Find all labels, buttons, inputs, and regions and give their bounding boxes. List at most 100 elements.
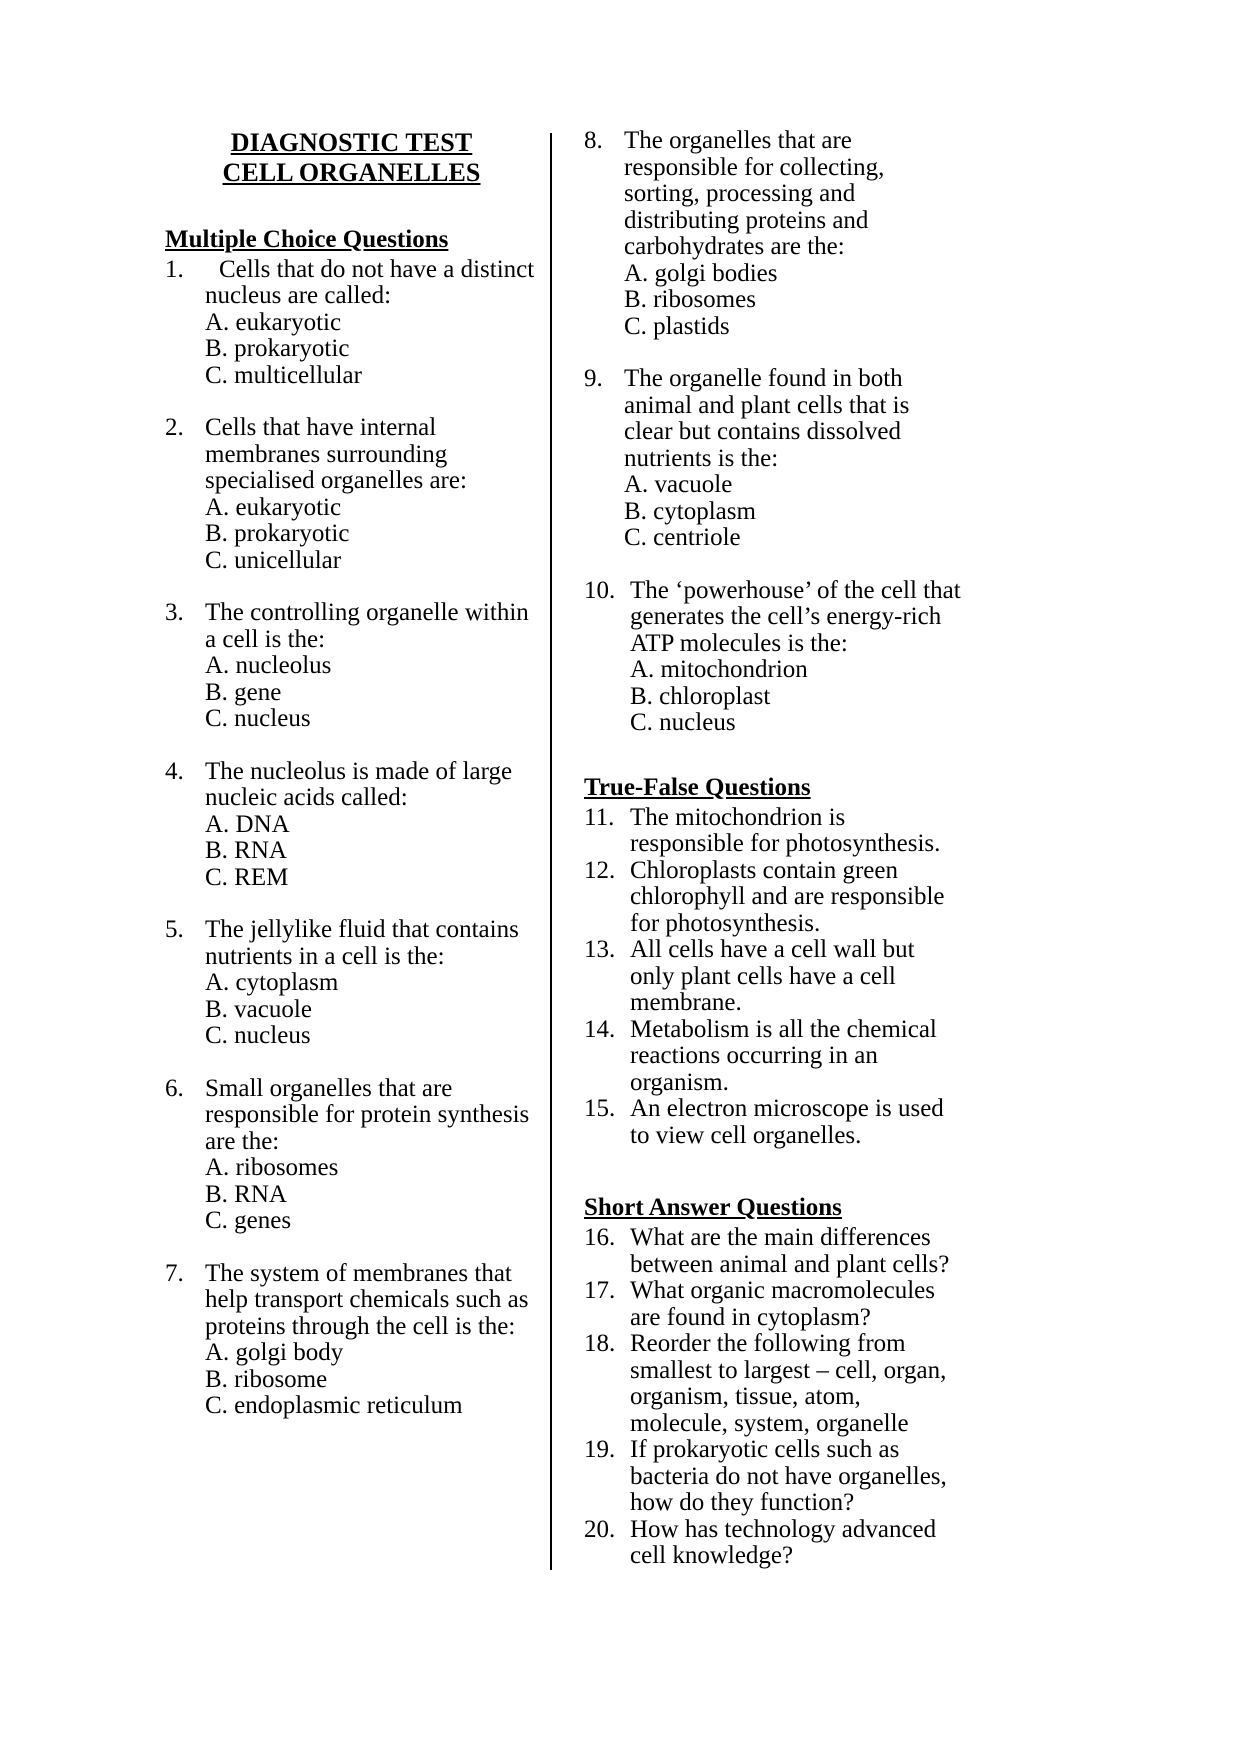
- question-spacer: [165, 389, 538, 415]
- option-c[interactable]: C. nucleus: [205, 1023, 538, 1050]
- option-b[interactable]: B. ribosome: [205, 1366, 538, 1394]
- document-title-line-1: DIAGNOSTIC TEST: [230, 128, 473, 157]
- question-spacer: [165, 1050, 538, 1076]
- question-body: The controlling organelle within a cell …: [205, 600, 538, 733]
- question-item: 8. The organelles that are responsible f…: [584, 127, 962, 341]
- question-text: All cells have a cell wall but only plan…: [630, 936, 915, 1016]
- question-options: A. eukaryotic B. prokaryotic C. multicel…: [205, 309, 538, 390]
- option-c[interactable]: C. multicellular: [205, 362, 538, 390]
- option-a[interactable]: A. nucleolus: [205, 653, 538, 680]
- question-text: Metabolism is all the chemical reactions…: [630, 1015, 937, 1096]
- right-column: 8. The organelles that are responsible f…: [552, 127, 962, 1570]
- question-item: 5. The jellylike fluid that contains nut…: [165, 917, 538, 1050]
- option-c[interactable]: C. nucleus: [630, 709, 962, 737]
- option-a[interactable]: A. ribosomes: [205, 1155, 538, 1182]
- two-column-layout: DIAGNOSTIC TEST CELL ORGANELLES Multiple…: [165, 127, 975, 1570]
- question-text: Chloroplasts contain green chlorophyll a…: [630, 856, 945, 937]
- question-number: 20.: [584, 1515, 616, 1543]
- short-answer-heading: Short Answer Questions: [584, 1193, 962, 1223]
- short-answer-item: 16. What are the main differences betwee…: [584, 1224, 962, 1278]
- multiple-choice-heading: Multiple Choice Questions: [165, 225, 538, 255]
- short-answer-item: 17. What organic macromolecules are foun…: [584, 1277, 962, 1331]
- question-stem: The system of membranes that help transp…: [205, 1259, 529, 1340]
- question-item: 9. The organelle found in both animal an…: [584, 365, 962, 552]
- question-number: 2.: [165, 414, 184, 442]
- question-number: 17.: [584, 1277, 616, 1304]
- document-title-line-2: CELL ORGANELLES: [222, 158, 481, 188]
- question-stem: The organelles that are responsible for …: [624, 127, 885, 260]
- true-false-item: 11. The mitochondrion is responsible for…: [584, 803, 962, 858]
- question-number: 14.: [584, 1015, 616, 1043]
- question-body: The nucleolus is made of large nucleic a…: [205, 757, 538, 892]
- true-false-item: 15. An electron microscope is used to vi…: [584, 1095, 962, 1149]
- question-options: A. cytoplasm B. vacuole C. nucleus: [205, 970, 538, 1050]
- question-number: 8.: [584, 127, 603, 154]
- short-answer-list: 16. What are the main differences betwee…: [584, 1224, 962, 1570]
- question-stem: The ‘powerhouse’ of the cell that genera…: [630, 576, 961, 657]
- option-b[interactable]: B. vacuole: [205, 996, 538, 1024]
- question-number: 3.: [165, 599, 184, 627]
- document-page: DIAGNOSTIC TEST CELL ORGANELLES Multiple…: [0, 0, 1240, 1754]
- question-text: How has technology advanced cell knowled…: [630, 1515, 937, 1569]
- question-body: The ‘powerhouse’ of the cell that genera…: [630, 576, 962, 737]
- option-b[interactable]: B. cytoplasm: [624, 498, 962, 526]
- true-false-heading: True-False Questions: [584, 773, 962, 803]
- question-item: 2. Cells that have internal membranes su…: [165, 415, 538, 574]
- option-c[interactable]: C. nucleus: [205, 706, 538, 733]
- option-a[interactable]: A. eukaryotic: [205, 494, 538, 522]
- question-spacer: [584, 340, 962, 366]
- option-c[interactable]: C. REM: [205, 864, 538, 892]
- option-c[interactable]: C. endoplasmic reticulum: [205, 1393, 538, 1420]
- question-stem: The nucleolus is made of large nucleic a…: [205, 757, 513, 812]
- true-false-heading-text: True-False Questions: [584, 773, 811, 801]
- question-number: 15.: [584, 1095, 616, 1122]
- question-stem: Cells that do not have a distinct nucleu…: [205, 255, 535, 310]
- option-b[interactable]: B. prokaryotic: [205, 336, 538, 363]
- question-body: The organelle found in both animal and p…: [624, 365, 962, 552]
- question-number: 5.: [165, 916, 184, 944]
- short-answer-item: 19. If prokaryotic cells such as bacteri…: [584, 1436, 962, 1517]
- option-a[interactable]: A. eukaryotic: [205, 309, 538, 337]
- question-number: 12.: [584, 856, 616, 884]
- short-answer-item: 18. Reorder the following from smallest …: [584, 1330, 962, 1437]
- option-a[interactable]: A. DNA: [205, 811, 538, 839]
- question-text: What are the main differences between an…: [630, 1224, 950, 1278]
- option-c[interactable]: C. centriole: [624, 524, 962, 552]
- question-options: A. nucleolus B. gene C. nucleus: [205, 653, 538, 733]
- true-false-item: 13. All cells have a cell wall but only …: [584, 936, 962, 1017]
- option-c[interactable]: C. plastids: [624, 313, 962, 341]
- question-number: 6.: [165, 1074, 184, 1102]
- option-a[interactable]: A. golgi bodies: [624, 260, 962, 288]
- option-a[interactable]: A. cytoplasm: [205, 970, 538, 997]
- option-b[interactable]: B. prokaryotic: [205, 521, 538, 548]
- short-answer-item: 20. How has technology advanced cell kno…: [584, 1515, 962, 1570]
- question-spacer: [165, 1235, 538, 1261]
- question-item: 3. The controlling organelle within a ce…: [165, 600, 538, 733]
- question-body: Small organelles that are responsible fo…: [205, 1075, 538, 1235]
- question-number: 9.: [584, 365, 603, 392]
- option-b[interactable]: B. gene: [205, 679, 538, 707]
- question-item: 6. Small organelles that are responsible…: [165, 1074, 538, 1235]
- question-item: 7. The system of membranes that help tra…: [165, 1259, 538, 1420]
- question-spacer: [165, 891, 538, 917]
- option-b[interactable]: B. RNA: [205, 838, 538, 865]
- question-number: 1.: [165, 255, 184, 283]
- question-item: 1. Cells that do not have a distinct nuc…: [165, 255, 538, 390]
- question-text: The mitochondrion is responsible for pho…: [630, 803, 941, 857]
- question-stem: Cells that have internal membranes surro…: [205, 414, 467, 495]
- option-b[interactable]: B. ribosomes: [624, 286, 962, 314]
- true-false-list: 11. The mitochondrion is responsible for…: [584, 803, 962, 1150]
- question-spacer: [584, 552, 962, 578]
- option-b[interactable]: B. chloroplast: [630, 683, 962, 711]
- option-a[interactable]: A. golgi body: [205, 1340, 538, 1367]
- multiple-choice-heading-text: Multiple Choice Questions: [165, 225, 449, 253]
- option-c[interactable]: C. genes: [205, 1208, 538, 1235]
- question-number: 10.: [584, 576, 616, 604]
- question-text: What organic macromolecules are found in…: [630, 1277, 935, 1331]
- option-a[interactable]: A. vacuole: [624, 471, 962, 499]
- option-c[interactable]: C. unicellular: [205, 547, 538, 575]
- question-body: Cells that do not have a distinct nucleu…: [205, 255, 538, 390]
- option-a[interactable]: A. mitochondrion: [630, 656, 962, 684]
- option-b[interactable]: B. RNA: [205, 1181, 538, 1209]
- question-body: The jellylike fluid that contains nutrie…: [205, 917, 538, 1050]
